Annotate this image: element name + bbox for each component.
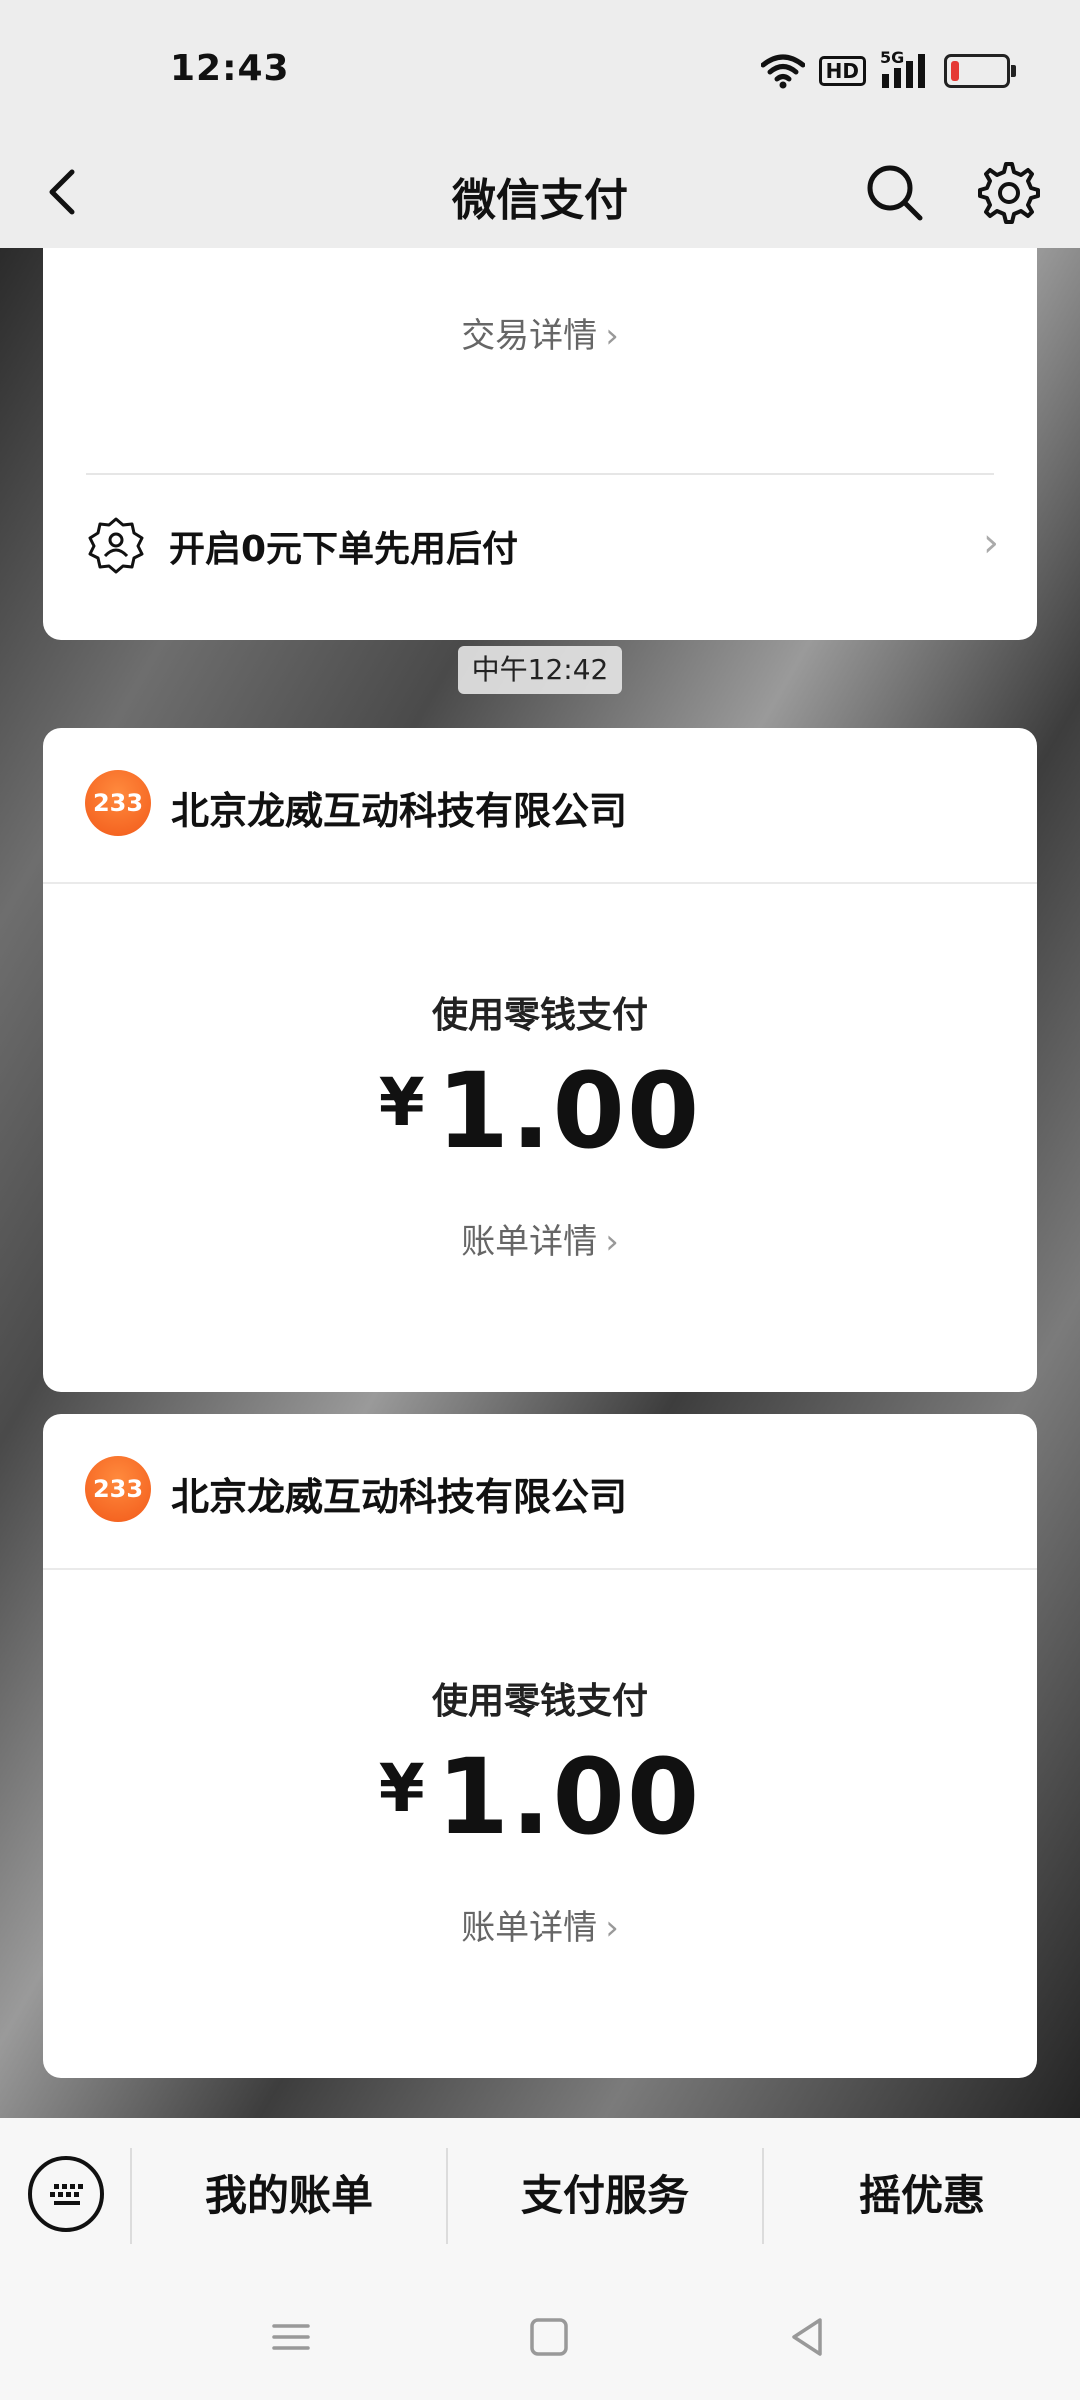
battery-icon: [944, 54, 1016, 88]
badge-user-icon: [88, 517, 144, 574]
status-icons: HD 5G: [760, 48, 1016, 92]
chevron-right-icon: ›: [605, 1222, 619, 1262]
merchant-name: 北京龙威互动科技有限公司: [171, 789, 628, 833]
signal-icon: 5G: [880, 48, 930, 90]
hd-badge: HD: [818, 56, 866, 86]
transaction-card-previous[interactable]: 交易详情 › 开启0元下单先用后付 ›: [43, 248, 1037, 640]
payment-method: 使用零钱支付: [431, 995, 648, 1036]
amount-value: 1.00: [436, 1736, 702, 1858]
merchant-header: 233 北京龙威互动科技有限公司: [43, 728, 1037, 884]
merchant-logo: 233: [85, 770, 151, 836]
transaction-card[interactable]: 233 北京龙威互动科技有限公司 使用零钱支付 ¥1.00 账单详情 ›: [43, 728, 1037, 1392]
keyboard-icon: [50, 2184, 83, 2205]
bill-detail-label: 账单详情: [461, 1222, 598, 1262]
transaction-card[interactable]: 233 北京龙威互动科技有限公司 使用零钱支付 ¥1.00 账单详情 ›: [43, 1414, 1037, 2078]
system-nav-bar: [0, 2274, 1080, 2400]
amount-value: 1.00: [436, 1050, 702, 1172]
keyboard-toggle-button[interactable]: [28, 2156, 104, 2232]
transaction-detail-link[interactable]: 交易详情 ›: [43, 308, 1037, 357]
gear-icon[interactable]: [972, 158, 1040, 226]
search-icon[interactable]: [862, 160, 926, 224]
pay-later-row[interactable]: 开启0元下单先用后付 ›: [43, 488, 1037, 598]
tab-shake-offers[interactable]: 摇优惠: [764, 2118, 1080, 2274]
wifi-icon: [760, 54, 805, 89]
bottom-menu-bar: 我的账单 支付服务 摇优惠: [0, 2118, 1080, 2274]
merchant-name: 北京龙威互动科技有限公司: [171, 1475, 628, 1519]
status-time: 12:43: [170, 48, 290, 89]
status-bar: 12:43 HD 5G: [0, 0, 1080, 140]
merchant-header: 233 北京龙威互动科技有限公司: [43, 1414, 1037, 1570]
currency-symbol: ¥: [378, 1064, 427, 1141]
currency-symbol: ¥: [378, 1750, 427, 1827]
merchant-logo: 233: [85, 1456, 151, 1522]
chevron-right-icon: ›: [605, 1908, 619, 1948]
card-divider: [86, 473, 994, 475]
tab-my-bills[interactable]: 我的账单: [132, 2118, 446, 2274]
payment-amount: ¥1.00: [43, 1050, 1037, 1172]
chat-background: 交易详情 › 开启0元下单先用后付 › 中午12:42 233 北京龙威互动科技有…: [0, 248, 1080, 2118]
nav-bar: 微信支付: [0, 140, 1080, 248]
bill-detail-label: 账单详情: [461, 1908, 598, 1948]
tab-payment-services[interactable]: 支付服务: [448, 2118, 762, 2274]
chevron-right-icon: ›: [605, 316, 619, 356]
back-triangle-icon[interactable]: [782, 2312, 832, 2362]
transaction-detail-label: 交易详情: [461, 316, 598, 356]
payment-method: 使用零钱支付: [431, 1681, 648, 1722]
home-icon[interactable]: [524, 2312, 574, 2362]
time-divider: 中午12:42: [458, 646, 622, 694]
payment-amount: ¥1.00: [43, 1736, 1037, 1858]
bill-detail-link[interactable]: 账单详情 ›: [43, 1900, 1037, 1949]
bill-detail-link[interactable]: 账单详情 ›: [43, 1214, 1037, 1263]
chevron-right-icon: ›: [983, 520, 999, 566]
pay-later-label: 开启0元下单先用后付: [169, 529, 519, 570]
menu-icon[interactable]: [266, 2312, 316, 2362]
